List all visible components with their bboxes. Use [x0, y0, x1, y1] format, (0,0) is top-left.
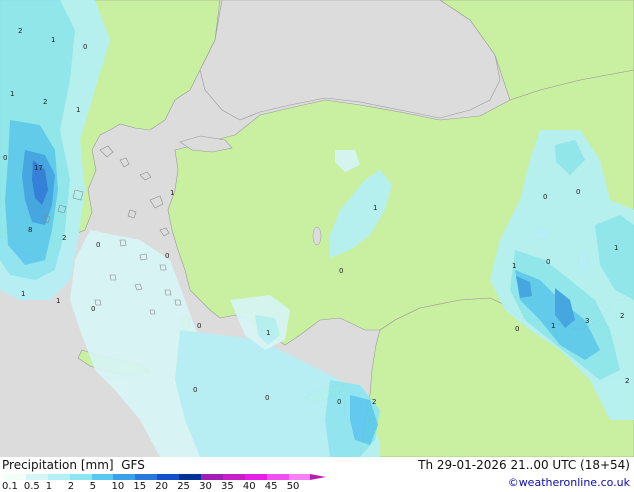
legend-title: Precipitation [mm] GFS: [2, 458, 145, 472]
color-scale-label: 0.5: [23, 481, 40, 492]
color-scale-label: 35: [221, 481, 234, 492]
precip-label: 1: [170, 189, 174, 197]
precip-label: 1: [56, 297, 60, 305]
legend-model: GFS: [121, 458, 145, 472]
precip-label: 1: [614, 244, 618, 252]
precip-label: 2: [18, 27, 22, 35]
color-scale-label: 40: [242, 481, 256, 492]
precip-label: 0: [546, 258, 550, 266]
precip-label: 0: [197, 322, 201, 330]
precip-label: 0: [515, 325, 519, 333]
precip-label: 2: [372, 398, 376, 406]
precip-label: 1: [21, 290, 25, 298]
color-scale-swatch: [222, 474, 245, 480]
precip-label: 0: [265, 394, 269, 402]
color-scale-label: 1: [45, 481, 53, 492]
precip-label: 0: [576, 188, 580, 196]
color-scale-swatch: [4, 474, 26, 480]
color-scale-bar: [4, 474, 311, 480]
source-credit: ©weatheronline.co.uk: [507, 476, 630, 489]
color-scale-label: 0.1: [2, 481, 18, 492]
precip-label: 2: [625, 377, 629, 385]
color-scale-swatch: [91, 474, 114, 480]
precip-label: 0: [339, 267, 343, 275]
color-scale-label: 5: [89, 481, 96, 492]
legend-variable: Precipitation [mm]: [2, 458, 114, 472]
color-scale-arrow: [310, 474, 326, 480]
precip-label: 2: [620, 312, 624, 320]
map-canvas: 2 1 0 1 2 1 0 17 8 2 1 0 1 1 0 0 0 1 0 0…: [0, 0, 634, 457]
color-scale-swatch: [69, 474, 92, 480]
color-scale-label: 10: [111, 481, 125, 492]
color-scale-swatch: [244, 474, 267, 480]
color-scale-swatch: [157, 474, 180, 480]
color-scale-swatch: [47, 474, 70, 480]
precip-label: 1: [10, 90, 14, 98]
precip-label: 1: [373, 204, 377, 212]
precip-label: 0: [337, 398, 341, 406]
precip-label: 2: [43, 98, 47, 106]
precip-label: 3: [585, 317, 589, 325]
precip-label: 0: [193, 386, 197, 394]
color-scale-swatch: [201, 474, 223, 480]
precip-label: 1: [51, 36, 55, 44]
precipitation-map: 2 1 0 1 2 1 0 17 8 2 1 0 1 1 0 0 0 1 0 0…: [0, 0, 634, 457]
color-scale-swatch: [288, 474, 311, 480]
color-scale-label: 50: [286, 481, 300, 492]
precip-label: 0: [3, 154, 7, 162]
precip-label: 0: [96, 241, 100, 249]
precip-label: 2: [62, 234, 66, 242]
precip-label: 17: [34, 164, 43, 172]
color-scale-swatch: [135, 474, 158, 480]
color-scale-label: 15: [133, 481, 147, 492]
color-scale-swatch: [179, 474, 202, 480]
precip-label: 8: [28, 226, 32, 234]
color-scale-swatch: [266, 474, 289, 480]
precip-label: 1: [551, 322, 555, 330]
precip-label: 0: [83, 43, 87, 51]
color-scale-label: 45: [264, 481, 278, 492]
color-scale-swatch: [113, 474, 136, 480]
precip-label: 0: [543, 193, 547, 201]
color-scale-label: 2: [67, 481, 75, 492]
precip-label: 1: [76, 106, 80, 114]
precip-label: 0: [91, 305, 95, 313]
precip-label: 1: [512, 262, 516, 270]
legend-footer: Precipitation [mm] GFS Th 29-01-2026 21.…: [0, 457, 634, 492]
precip-label: 0: [165, 252, 169, 260]
color-scale-label: 30: [199, 481, 212, 492]
color-scale-swatch: [25, 474, 48, 480]
color-scale-label: 25: [177, 481, 190, 492]
color-scale-label: 20: [155, 481, 169, 492]
lake-tuz: [312, 226, 322, 246]
forecast-datetime: Th 29-01-2026 21..00 UTC (18+54): [418, 458, 630, 472]
precip-label: 1: [266, 329, 270, 337]
